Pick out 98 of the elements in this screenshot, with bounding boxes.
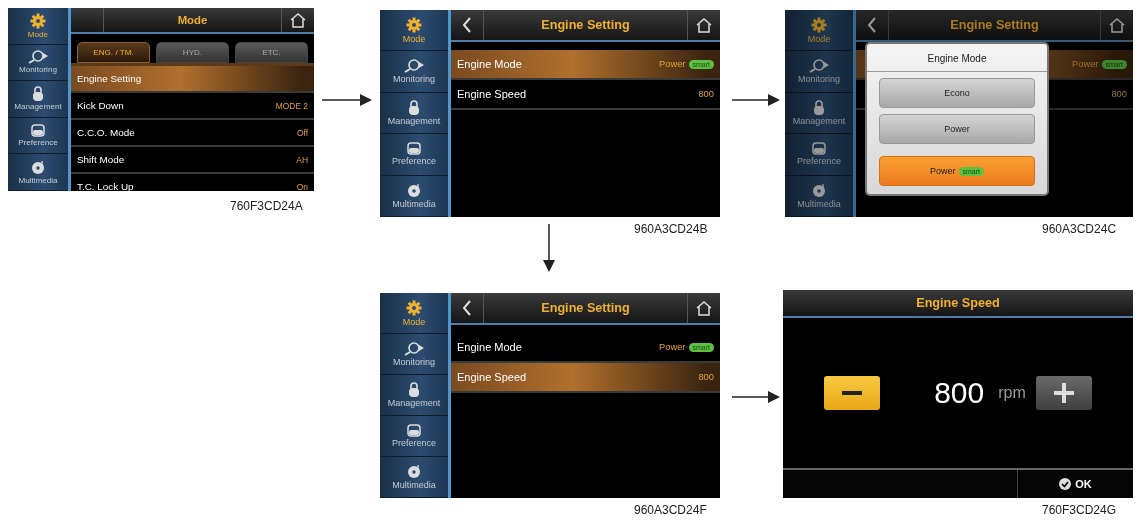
screen-title: Engine Speed: [915, 296, 1001, 310]
sidebar-item[interactable]: Mode: [8, 8, 68, 45]
row-value: Off: [296, 127, 308, 138]
menu-row[interactable]: Engine Speed 800: [451, 363, 720, 393]
row-value: Power: [659, 59, 686, 69]
dialog-title: Engine Mode: [867, 48, 1047, 72]
row-label: Engine Speed: [457, 371, 527, 383]
home-icon[interactable]: [695, 17, 713, 33]
screen-title: Engine Setting: [540, 18, 631, 32]
sidebar-item[interactable]: Management: [785, 92, 853, 135]
back-icon[interactable]: [462, 17, 472, 33]
tab[interactable]: HYD.: [156, 42, 229, 63]
plus-icon: [1053, 383, 1074, 403]
home-icon[interactable]: [1108, 17, 1126, 33]
row-label: Engine Setting: [77, 73, 142, 84]
sidebar-item[interactable]: Management: [8, 81, 68, 118]
row-label: C.C.O. Mode: [77, 127, 135, 138]
option-button[interactable]: Power: [879, 114, 1035, 144]
row-value: On: [296, 181, 308, 191]
sidebar-item[interactable]: Mode: [380, 10, 448, 52]
menu-row[interactable]: Engine Setting: [71, 66, 314, 93]
row-label: Engine Mode: [457, 341, 522, 353]
display-icon: [31, 124, 45, 138]
sidebar-item[interactable]: Multimedia: [785, 175, 853, 217]
lock-icon: [813, 100, 825, 115]
sidebar-item[interactable]: Mode: [380, 293, 448, 334]
lock-icon: [408, 382, 420, 397]
row-value: MODE 2: [275, 100, 308, 111]
sidebar-item[interactable]: Monitoring: [380, 51, 448, 93]
gear-icon: [406, 299, 422, 316]
tab[interactable]: ENG. / TM.: [77, 42, 150, 63]
home-icon[interactable]: [695, 300, 713, 316]
row-value: 800: [1111, 89, 1127, 99]
magnifier-icon: [403, 59, 425, 74]
flow-arrow: [732, 94, 780, 106]
sidebar-item[interactable]: Multimedia: [8, 154, 68, 191]
sidebar-item[interactable]: Mode: [785, 10, 853, 52]
screen-title: Engine Setting: [949, 18, 1040, 32]
figure-caption: 960A3CD24C: [1042, 222, 1117, 236]
sidebar-item[interactable]: Preference: [380, 134, 448, 176]
home-icon[interactable]: [289, 12, 307, 28]
screen-title: Mode: [176, 14, 209, 26]
figure-caption: 760F3CD24G: [1042, 503, 1117, 517]
back-icon[interactable]: [462, 300, 472, 316]
menu-row[interactable]: Shift Mode AH: [71, 147, 314, 174]
sidebar-item[interactable]: Monitoring: [380, 334, 448, 375]
row-label: Engine Speed: [457, 88, 527, 100]
sidebar-item[interactable]: Multimedia: [380, 175, 448, 217]
row-value: AH: [296, 154, 308, 165]
row-value: 800: [698, 372, 714, 382]
disc-icon: [811, 182, 827, 198]
option-button[interactable]: Econo: [879, 78, 1035, 108]
row-value: 800: [698, 89, 714, 99]
row-value: Power: [1072, 59, 1099, 69]
display-icon: [407, 424, 421, 437]
back-icon[interactable]: [867, 17, 877, 33]
display-icon: [407, 142, 421, 156]
row-label: Kick Down: [77, 100, 124, 111]
sidebar-item[interactable]: Preference: [380, 416, 448, 457]
menu-row[interactable]: Engine Speed 800: [451, 80, 720, 110]
sidebar-item[interactable]: Monitoring: [8, 44, 68, 82]
row-label: Engine Mode: [457, 58, 522, 70]
sidebar-item[interactable]: Monitoring: [785, 51, 853, 93]
row-label: Shift Mode: [77, 154, 125, 165]
lock-icon: [408, 100, 420, 115]
disc-icon: [30, 159, 46, 175]
gear-icon: [30, 12, 46, 29]
check-icon: [1059, 478, 1072, 490]
menu-row[interactable]: Kick Down MODE 2: [71, 93, 314, 120]
unit-label: rpm: [998, 384, 1026, 402]
magnifier-icon: [27, 50, 49, 65]
flow-arrow: [543, 224, 555, 272]
sidebar-item[interactable]: Preference: [8, 117, 68, 155]
lock-icon: [32, 86, 44, 102]
magnifier-icon: [808, 59, 830, 74]
speed-value: 800: [934, 376, 985, 410]
sidebar-item[interactable]: Preference: [785, 134, 853, 176]
display-icon: [812, 142, 826, 156]
flow-arrow: [732, 391, 780, 403]
gear-icon: [406, 16, 422, 33]
flow-arrow: [322, 94, 372, 106]
figure-caption: 960A3CD24B: [634, 222, 708, 236]
magnifier-icon: [403, 341, 425, 356]
sidebar-item[interactable]: Multimedia: [380, 457, 448, 498]
disc-icon: [406, 182, 422, 198]
sidebar-item[interactable]: Management: [380, 375, 448, 416]
figure-caption: 760F3CD24A: [230, 199, 303, 213]
menu-row[interactable]: C.C.O. Mode Off: [71, 120, 314, 147]
figure-caption: 960A3CD24F: [634, 503, 707, 517]
sidebar-item[interactable]: Management: [380, 92, 448, 135]
minus-button[interactable]: [824, 376, 881, 410]
gear-icon: [811, 16, 827, 33]
row-value: Power: [659, 342, 686, 352]
screen-title: Engine Setting: [540, 301, 631, 315]
plus-button[interactable]: [1035, 376, 1092, 410]
tab[interactable]: ETC.: [235, 42, 308, 63]
minus-icon: [842, 391, 863, 395]
disc-icon: [406, 464, 422, 479]
